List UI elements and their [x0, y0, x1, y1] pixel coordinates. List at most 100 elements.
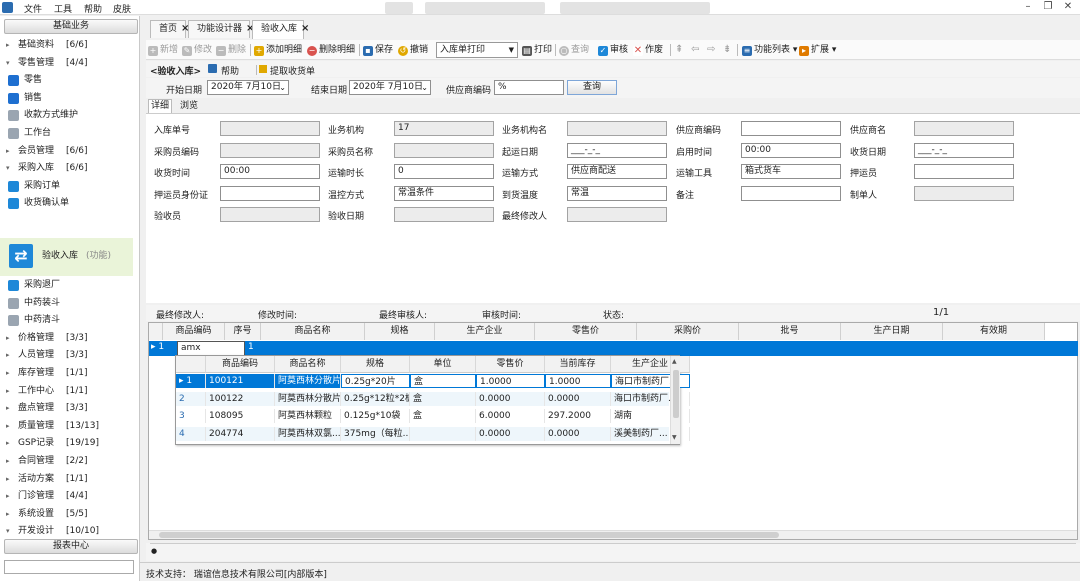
popup-row[interactable]: 2 100122 阿莫西林分散片 0.25g*12粒*2板盒 0.0000 0.0000 海…: [176, 391, 690, 406]
sidebar-group-4[interactable]: ▸ 人员管理 [3/3]: [0, 347, 138, 364]
sidebar-group-13[interactable]: ▸ 系统设置 [5/5]: [0, 506, 138, 523]
popup-column-header[interactable]: 规格: [341, 356, 410, 373]
fetch-receipt-button[interactable]: 提取收货单: [270, 64, 315, 77]
form-input[interactable]: [220, 207, 320, 222]
expand-right-icon[interactable]: ▸: [6, 506, 10, 523]
tab-designer[interactable]: 功能设计器 ×: [188, 20, 254, 38]
sidebar-item-2[interactable]: 零售: [0, 72, 138, 89]
end-date-input[interactable]: 2020年 7月10日 ⌄: [349, 80, 431, 95]
grid-column-header[interactable]: 生产企业: [435, 323, 535, 340]
save-button[interactable]: ▪ 保存: [363, 43, 393, 57]
form-input[interactable]: [220, 142, 320, 158]
sidebar-item-4[interactable]: 收款方式维护: [0, 107, 138, 124]
help-button[interactable]: 帮助: [221, 64, 239, 77]
sidebar-item-8[interactable]: 采购订单: [0, 178, 138, 195]
expand-right-icon[interactable]: ▸: [6, 488, 10, 505]
sidebar-group-6[interactable]: ▸ 会员管理 [6/6]: [0, 143, 138, 160]
form-input[interactable]: [220, 121, 320, 136]
cancel-button[interactable]: ↺ 撤销: [398, 43, 428, 57]
form-input[interactable]: [741, 121, 841, 136]
menu-skin[interactable]: 皮肤: [113, 2, 131, 15]
sidebar-group-6[interactable]: ▸ 工作中心 [1/1]: [0, 383, 138, 400]
form-input[interactable]: 供应商配送: [567, 164, 667, 179]
scroll-up-icon[interactable]: ▲: [672, 358, 677, 365]
form-input[interactable]: [394, 142, 494, 158]
expand-right-icon[interactable]: ▸: [6, 400, 10, 417]
add-detail-button[interactable]: + 添加明细: [254, 43, 302, 57]
form-input[interactable]: 17: [394, 121, 494, 136]
sidebar-group-0[interactable]: ▸ 基础资料 [6/6]: [0, 37, 138, 54]
tab-detail[interactable]: 详细: [148, 99, 172, 113]
delete-detail-button[interactable]: − 删除明细: [307, 43, 355, 57]
grid-column-header[interactable]: 商品编码: [163, 323, 225, 340]
sidebar-group-3[interactable]: ▸ 价格管理 [3/3]: [0, 330, 138, 347]
form-input[interactable]: 0: [394, 164, 494, 179]
menu-file[interactable]: 文件: [24, 2, 42, 15]
close-icon[interactable]: ×: [301, 23, 309, 34]
form-input[interactable]: 00:00: [220, 164, 320, 179]
expand-right-icon[interactable]: ▸: [6, 143, 10, 160]
form-input[interactable]: [914, 164, 1014, 179]
grid-column-header[interactable]: 零售价: [535, 323, 637, 340]
sidebar-group-9[interactable]: ▸ GSP记录 [19/19]: [0, 435, 138, 452]
sidebar-group-5[interactable]: ▸ 库存管理 [1/1]: [0, 365, 138, 382]
popup-column-header[interactable]: 商品名称: [275, 356, 341, 373]
sidebar-group-7[interactable]: ▾ 采购入库 [6/6]: [0, 160, 138, 177]
minimize-icon[interactable]: –: [1018, 0, 1038, 14]
sidebar-item-2[interactable]: 中药清斗: [0, 312, 138, 329]
grid-column-header[interactable]: 批号: [739, 323, 841, 340]
form-input[interactable]: [914, 185, 1014, 201]
form-input[interactable]: [220, 185, 320, 201]
grid-column-header[interactable]: 规格: [365, 323, 435, 340]
form-input[interactable]: 常温条件: [394, 185, 494, 201]
query-filter-button[interactable]: 查询: [567, 80, 617, 95]
grid-column-header[interactable]: 采购价: [637, 323, 739, 340]
expand-right-icon[interactable]: ▸: [6, 37, 10, 54]
void-button[interactable]: ✕ 作废: [633, 43, 663, 57]
scrollbar-thumb[interactable]: [673, 370, 679, 418]
expand-right-icon[interactable]: ▸: [6, 347, 10, 364]
form-input[interactable]: [394, 207, 494, 222]
query-button[interactable]: ○ 查询: [559, 43, 589, 57]
expand-right-icon[interactable]: ▸: [6, 435, 10, 452]
grid-column-header[interactable]: 商品名称: [261, 323, 365, 340]
menu-help[interactable]: 帮助: [84, 2, 102, 15]
delete-button[interactable]: − 删除: [216, 43, 246, 57]
expand-down-icon[interactable]: ▾: [6, 55, 10, 72]
sidebar-item-5[interactable]: 工作台: [0, 125, 138, 142]
sidebar-item-0[interactable]: 采购退厂: [0, 277, 138, 294]
expand-right-icon[interactable]: ▸: [6, 383, 10, 400]
nav-next-icon[interactable]: ⇨: [707, 43, 715, 57]
expand-right-icon[interactable]: ▸: [6, 418, 10, 435]
grid-column-header[interactable]: 生产日期: [841, 323, 943, 340]
nav-last-icon[interactable]: ⇟: [723, 43, 731, 57]
close-icon[interactable]: ✕: [1058, 0, 1078, 14]
start-date-input[interactable]: 2020年 7月10日 ⌄: [207, 80, 289, 95]
expand-down-icon[interactable]: ▾: [6, 523, 10, 540]
form-input[interactable]: 00:00: [741, 142, 841, 158]
expand-right-icon[interactable]: ▸: [6, 471, 10, 488]
table-row[interactable]: ▸ 1 amx 1: [149, 341, 1078, 356]
popup-row[interactable]: 4 204774 阿莫西林双氯... 375mg（每粒... 0.0000 0.0000 溪…: [176, 426, 690, 441]
popup-row[interactable]: 3 108095 阿莫西林颗粒 0.125g*10袋盒 6.0000 297.2000 湖南: [176, 409, 690, 423]
audit-button[interactable]: ✓ 审核: [598, 43, 628, 57]
sidebar-group-8[interactable]: ▸ 质量管理 [13/13]: [0, 418, 138, 435]
sidebar-search-input[interactable]: [4, 560, 134, 574]
sidebar-item-9[interactable]: 收货确认单: [0, 195, 138, 212]
nav-first-icon[interactable]: ⇞: [675, 43, 683, 57]
tab-receiving[interactable]: 验收入库 ×: [252, 20, 309, 39]
popup-column-header[interactable]: 单位: [410, 356, 476, 373]
scrollbar-thumb[interactable]: [159, 532, 779, 538]
menu-tools[interactable]: 工具: [54, 2, 72, 15]
supplier-code-input[interactable]: %: [494, 80, 564, 95]
form-input[interactable]: 常温: [567, 185, 667, 201]
sidebar-group-11[interactable]: ▸ 活动方案 [1/1]: [0, 471, 138, 488]
popup-vertical-scrollbar[interactable]: ▲ ▼: [670, 356, 680, 444]
tab-browse[interactable]: 浏览: [176, 100, 202, 113]
print-button[interactable]: ▤ 打印: [522, 43, 552, 57]
sidebar-item-selected[interactable]: ⇄ 验收入库 (功能): [0, 238, 133, 276]
print-template-select[interactable]: 入库单打印 ▼: [436, 42, 518, 58]
edit-button[interactable]: ✎ 修改: [182, 43, 212, 57]
expand-down-icon[interactable]: ▾: [6, 160, 10, 177]
expand-right-icon[interactable]: ▸: [6, 330, 10, 347]
